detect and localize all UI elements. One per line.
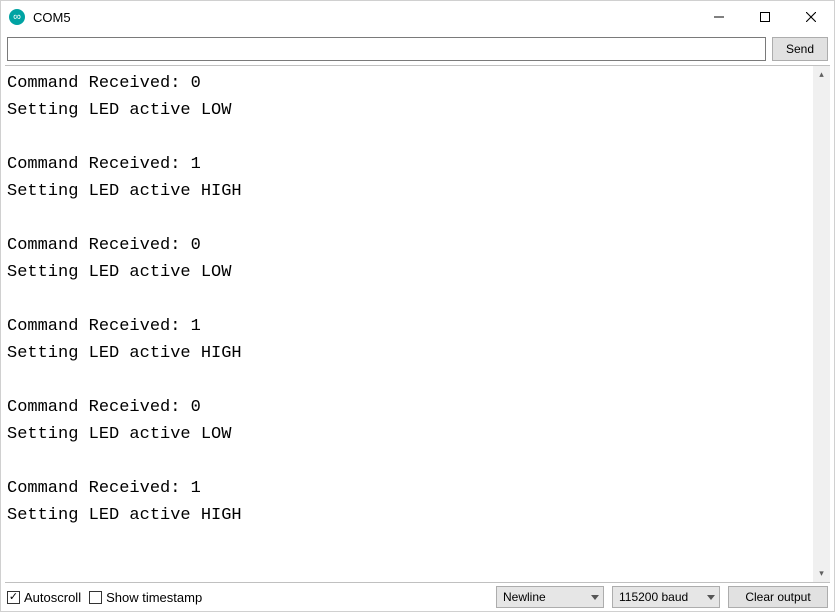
scroll-down-button[interactable]: ▾ [813, 565, 830, 582]
close-icon [806, 12, 816, 22]
checkbox-icon [7, 591, 20, 604]
maximize-icon [760, 12, 770, 22]
maximize-button[interactable] [742, 1, 788, 33]
titlebar: COM5 [1, 1, 834, 33]
checkbox-icon [89, 591, 102, 604]
serial-monitor-window: COM5 Send Command Received: 0 Setting LE… [0, 0, 835, 612]
line-ending-value: Newline [503, 590, 546, 604]
window-controls [696, 1, 834, 33]
autoscroll-label: Autoscroll [24, 590, 81, 605]
console-output: Command Received: 0 Setting LED active L… [5, 66, 813, 582]
line-ending-select[interactable]: Newline [496, 586, 604, 608]
window-title: COM5 [33, 10, 71, 25]
arduino-icon [9, 9, 25, 25]
baud-rate-select[interactable]: 115200 baud [612, 586, 720, 608]
console-wrap: Command Received: 0 Setting LED active L… [5, 65, 830, 583]
vertical-scrollbar[interactable]: ▴ ▾ [813, 66, 830, 582]
chevron-down-icon [591, 595, 599, 600]
clear-output-button[interactable]: Clear output [728, 586, 828, 608]
bottom-bar: Autoscroll Show timestamp Newline 115200… [1, 583, 834, 611]
minimize-button[interactable] [696, 1, 742, 33]
chevron-down-icon [707, 595, 715, 600]
close-button[interactable] [788, 1, 834, 33]
serial-input[interactable] [7, 37, 766, 61]
input-row: Send [1, 33, 834, 65]
autoscroll-checkbox[interactable]: Autoscroll [7, 590, 81, 605]
minimize-icon [714, 12, 724, 22]
timestamp-checkbox[interactable]: Show timestamp [89, 590, 202, 605]
timestamp-label: Show timestamp [106, 590, 202, 605]
baud-rate-value: 115200 baud [619, 590, 688, 604]
scroll-up-button[interactable]: ▴ [813, 66, 830, 83]
send-button[interactable]: Send [772, 37, 828, 61]
